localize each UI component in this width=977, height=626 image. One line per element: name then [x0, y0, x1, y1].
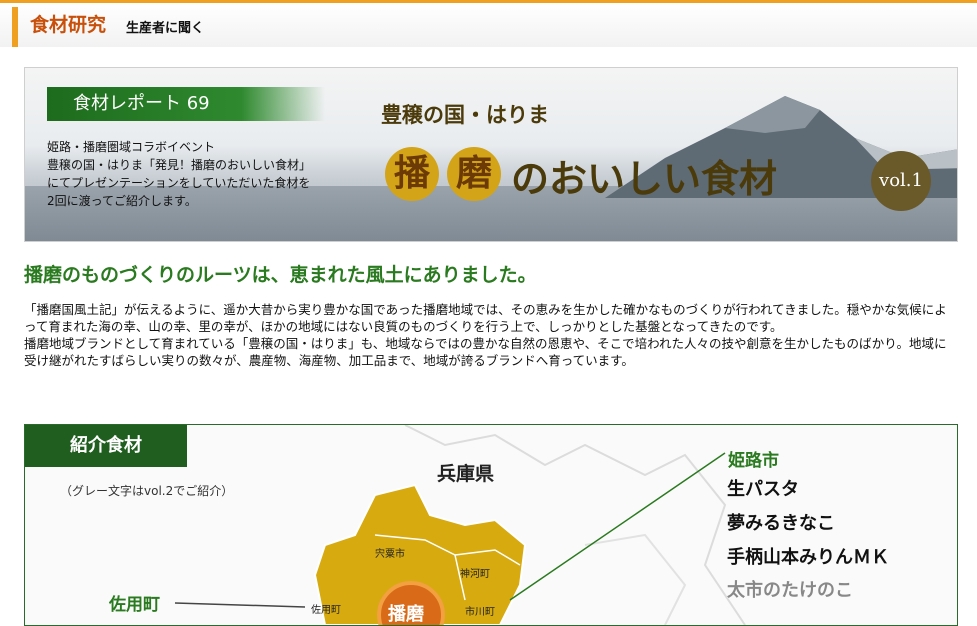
map-center-label: 播磨	[388, 604, 424, 625]
featured-foods-label: 紹介食材	[25, 425, 187, 467]
volume-badge: vol.1	[871, 151, 931, 211]
header-accent-bar	[12, 7, 18, 47]
banner-tagline: 豊穣の国・はりま	[381, 103, 549, 127]
body-paragraph: 播磨地域ブランドとして育まれている「豊穣の国・はりま」も、地域ならではの豊かな自…	[24, 336, 947, 368]
section-subtitle: 生産者に聞く	[126, 21, 205, 36]
prefecture-label: 兵庫県	[437, 463, 495, 485]
map-label-ichikawa: 市川町	[465, 607, 495, 618]
page-header: 食材研究 生産者に聞く	[0, 0, 977, 47]
food-item-vol2[interactable]: 太市のたけのこ	[727, 576, 853, 602]
report-number-label: 食材レポート 69	[47, 87, 325, 121]
town-sayo[interactable]: 佐用町	[109, 590, 160, 615]
section-title: 食材研究	[30, 14, 107, 36]
food-item[interactable]: 生パスタ	[727, 475, 799, 501]
map-label-sayo: 佐用町	[311, 605, 341, 616]
city-himeji[interactable]: 姫路市	[728, 446, 779, 471]
map-label-shiso: 宍粟市	[375, 549, 405, 560]
banner-title: のおいしい食材	[511, 157, 778, 201]
article-headline: 播磨のものづくりのルーツは、恵まれた風土にありました。	[24, 264, 537, 286]
vol2-note: （グレー文字はvol.2でご紹介）	[60, 484, 234, 498]
title-char-circle-1: 播	[385, 147, 439, 201]
report-description: 姫路・播磨圏域コラボイベント 豊穣の国・はりま「発見！播磨のおいしい食材」 にて…	[47, 140, 312, 208]
featured-foods-map: 紹介食材 （グレー文字はvol.2でご紹介） 兵庫県 宍粟市 神河町 佐用町 市…	[24, 424, 958, 626]
report-banner: 食材レポート 69 姫路・播磨圏域コラボイベント 豊穣の国・はりま「発見！播磨の…	[24, 67, 958, 242]
title-char-circle-2: 磨	[447, 147, 501, 201]
map-label-kamikawa: 神河町	[460, 569, 490, 580]
food-item[interactable]: 夢みるきなこ	[727, 509, 835, 535]
body-paragraph: 「播磨国風土記」が伝えるように、遥か大昔から実り豊かな国であった播磨地域では、そ…	[24, 302, 947, 334]
food-item[interactable]: 手柄山本みりんＭＫ	[727, 543, 889, 569]
article-body: 「播磨国風土記」が伝えるように、遥か大昔から実り豊かな国であった播磨地域では、そ…	[24, 301, 954, 369]
